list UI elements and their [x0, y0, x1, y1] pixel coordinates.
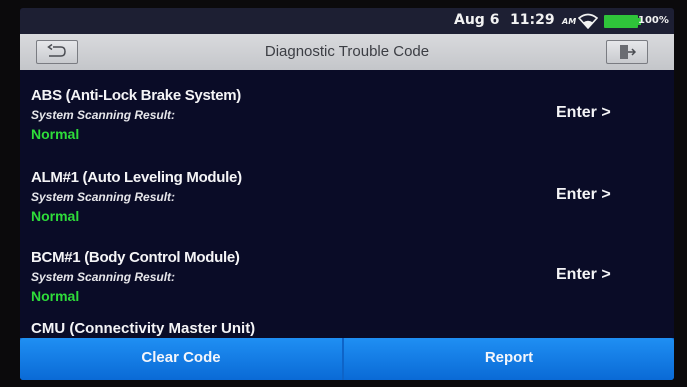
clear-code-button[interactable]: Clear Code — [20, 338, 342, 380]
status-normal: Normal — [31, 126, 80, 142]
system-list: ABS (Anti-Lock Brake System) System Scan… — [20, 70, 674, 340]
exit-button[interactable] — [606, 40, 648, 64]
enter-button[interactable]: Enter > — [556, 104, 611, 122]
title-bar: Diagnostic Trouble Code — [20, 34, 674, 70]
bottom-action-bar: Clear Code Report — [20, 338, 674, 380]
list-item[interactable]: BCM#1 (Body Control Module) System Scann… — [20, 232, 674, 312]
enter-button[interactable]: Enter > — [556, 266, 611, 284]
status-normal: Normal — [31, 208, 80, 224]
list-item[interactable]: ALM#1 (Auto Leveling Module) System Scan… — [20, 152, 674, 232]
status-ampm: AM — [562, 17, 577, 26]
scanning-result-label: System Scanning Result: — [31, 190, 176, 204]
status-time: 11:29 — [510, 12, 555, 28]
back-arrow-icon — [47, 44, 66, 57]
system-name: ALM#1 (Auto Leveling Module) — [31, 169, 242, 186]
wifi-icon — [578, 13, 598, 29]
system-name: BCM#1 (Body Control Module) — [31, 249, 240, 266]
device-screen: Aug 6 11:29 AM 100% Diagnostic Trouble C… — [20, 8, 674, 380]
status-bar: Aug 6 11:29 AM 100% — [20, 8, 674, 34]
scanning-result-label: System Scanning Result: — [31, 108, 176, 122]
status-date: Aug 6 — [454, 12, 500, 28]
exit-icon — [620, 45, 637, 59]
battery-percentage: 100% — [638, 15, 669, 26]
report-button[interactable]: Report — [344, 338, 674, 380]
system-name: ABS (Anti-Lock Brake System) — [31, 87, 241, 104]
scanning-result-label: System Scanning Result: — [31, 270, 176, 284]
list-item[interactable]: ABS (Anti-Lock Brake System) System Scan… — [20, 70, 674, 150]
enter-button[interactable]: Enter > — [556, 186, 611, 204]
battery-icon — [604, 15, 638, 28]
back-button[interactable] — [36, 40, 78, 64]
system-name-partial: CMU (Connectivity Master Unit) — [31, 320, 256, 337]
page-title: Diagnostic Trouble Code — [264, 43, 430, 60]
status-normal: Normal — [31, 288, 80, 304]
